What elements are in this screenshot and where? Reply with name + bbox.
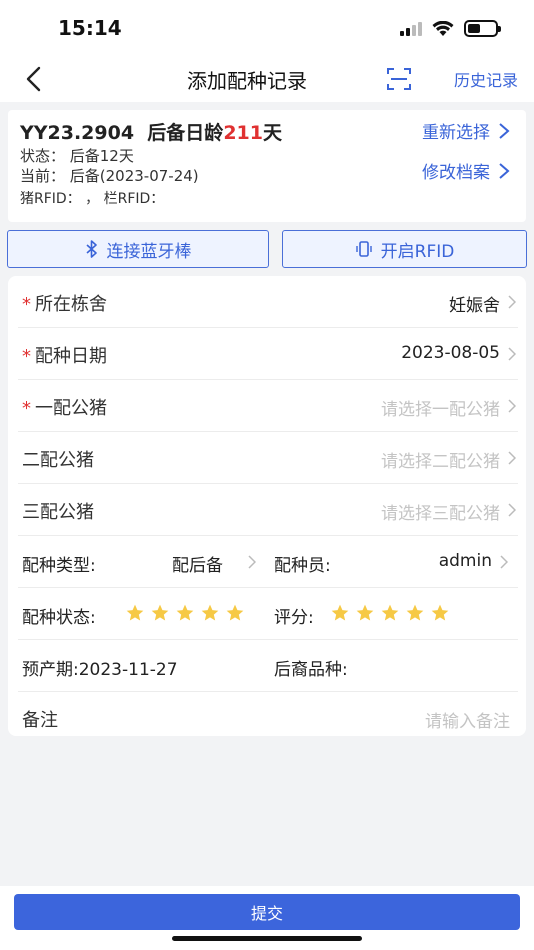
required-mark: * bbox=[22, 346, 31, 367]
rfid-icon bbox=[355, 241, 372, 257]
type-breeder-row: 配种类型: 配后备 配种员: admin bbox=[8, 536, 526, 588]
chevron-right-icon bbox=[508, 503, 516, 517]
edit-profile-button[interactable]: 修改档案 bbox=[422, 158, 510, 183]
star-icon[interactable] bbox=[380, 603, 400, 623]
boar3-label: 三配公猪 bbox=[22, 502, 94, 523]
remark-input[interactable]: 请输入备注 bbox=[425, 707, 510, 732]
chevron-right-icon bbox=[508, 451, 516, 465]
breeder-label: 配种员: bbox=[274, 556, 331, 576]
wifi-icon bbox=[432, 20, 454, 36]
chevron-right-icon bbox=[248, 555, 256, 569]
signal-icon bbox=[400, 21, 422, 36]
score-stars[interactable] bbox=[330, 603, 450, 623]
star-icon[interactable] bbox=[175, 603, 195, 623]
nav-bar: 添加配种记录 历史记录 bbox=[0, 56, 534, 102]
boar1-placeholder: 请选择一配公猪 bbox=[381, 400, 500, 420]
due-offspring-row: 预产期:2023-11-27 后裔品种: bbox=[8, 640, 526, 692]
status-icons bbox=[400, 20, 501, 37]
edit-profile-label: 修改档案 bbox=[422, 163, 490, 183]
home-indicator bbox=[172, 936, 362, 941]
breeder-value: admin bbox=[438, 551, 492, 571]
star-icon[interactable] bbox=[225, 603, 245, 623]
boar3-placeholder: 请选择三配公猪 bbox=[381, 504, 500, 524]
barn-label: 所在栋舍 bbox=[35, 294, 107, 315]
remark-label: 备注 bbox=[22, 710, 58, 731]
remark-row[interactable]: 备注 请输入备注 bbox=[8, 692, 526, 744]
pig-id: YY23.2904 bbox=[20, 122, 135, 144]
page-title: 添加配种记录 bbox=[187, 69, 307, 93]
required-mark: * bbox=[22, 398, 31, 419]
star-icon[interactable] bbox=[150, 603, 170, 623]
breed-type-select[interactable]: 配后备 bbox=[168, 536, 266, 588]
score-label: 评分: bbox=[274, 608, 314, 628]
star-icon[interactable] bbox=[125, 603, 145, 623]
star-icon[interactable] bbox=[405, 603, 425, 623]
date-label: 配种日期 bbox=[35, 346, 107, 367]
status-score-row: 配种状态: 评分: bbox=[8, 588, 526, 640]
age-prefix: 后备日龄 bbox=[147, 122, 224, 144]
breed-status-stars[interactable] bbox=[125, 603, 245, 623]
reselect-label: 重新选择 bbox=[422, 123, 490, 143]
chevron-right-icon bbox=[508, 347, 516, 361]
history-link[interactable]: 历史记录 bbox=[454, 67, 518, 91]
rfid-line: 猪RFID： ， 栏RFID： bbox=[20, 191, 165, 207]
boar1-row[interactable]: * 一配公猪 请选择一配公猪 bbox=[8, 380, 526, 432]
star-icon[interactable] bbox=[200, 603, 220, 623]
battery-icon bbox=[464, 20, 501, 37]
pig-id-line: YY23.2904 后备日龄211天 bbox=[20, 118, 282, 145]
date-value: 2023-08-05 bbox=[401, 343, 500, 363]
boar2-label: 二配公猪 bbox=[22, 450, 94, 471]
barn-row[interactable]: * 所在栋舍 妊娠舍 bbox=[8, 276, 526, 328]
breed-type-value: 配后备 bbox=[172, 556, 223, 576]
submit-button[interactable]: 提交 bbox=[14, 894, 520, 930]
boar2-placeholder: 请选择二配公猪 bbox=[381, 452, 500, 472]
due-date-label: 预产期: bbox=[22, 660, 79, 680]
breed-status-label: 配种状态: bbox=[22, 608, 96, 628]
chevron-right-icon bbox=[499, 122, 510, 139]
required-mark: * bbox=[22, 294, 31, 315]
scan-icon[interactable] bbox=[386, 66, 412, 92]
boar1-label: 一配公猪 bbox=[35, 398, 107, 419]
open-rfid-label: 开启RFID bbox=[380, 241, 455, 262]
pig-info-card: YY23.2904 后备日龄211天 状态： 后备12天 当前： 后备(2023… bbox=[8, 110, 526, 222]
date-row[interactable]: * 配种日期 2023-08-05 bbox=[8, 328, 526, 380]
reselect-button[interactable]: 重新选择 bbox=[422, 118, 510, 143]
offspring-breed-label: 后裔品种: bbox=[274, 660, 348, 680]
status-line: 状态： 后备12天 bbox=[20, 147, 134, 165]
status-bar: 15:14 bbox=[0, 0, 534, 56]
open-rfid-button[interactable]: 开启RFID bbox=[282, 230, 527, 268]
due-date-value: 2023-11-27 bbox=[78, 660, 178, 680]
bluetooth-icon bbox=[85, 240, 97, 258]
barn-value: 妊娠舍 bbox=[449, 296, 500, 316]
age-suffix: 天 bbox=[262, 122, 282, 144]
star-icon[interactable] bbox=[355, 603, 375, 623]
star-icon[interactable] bbox=[430, 603, 450, 623]
boar2-row[interactable]: 二配公猪 请选择二配公猪 bbox=[8, 432, 526, 484]
star-icon[interactable] bbox=[330, 603, 350, 623]
breed-type-label: 配种类型: bbox=[22, 556, 96, 576]
connect-bluetooth-button[interactable]: 连接蓝牙棒 bbox=[7, 230, 269, 268]
connect-bluetooth-label: 连接蓝牙棒 bbox=[106, 241, 192, 262]
chevron-right-icon bbox=[500, 555, 508, 569]
chevron-right-icon bbox=[499, 162, 510, 179]
boar3-row[interactable]: 三配公猪 请选择三配公猪 bbox=[8, 484, 526, 536]
age-days: 211 bbox=[223, 122, 263, 144]
chevron-right-icon bbox=[508, 295, 516, 309]
breeding-form: * 所在栋舍 妊娠舍 * 配种日期 2023-08-05 * 一配公猪 请选择一配公猪… bbox=[8, 276, 526, 736]
status-time: 15:14 bbox=[58, 16, 122, 40]
current-line: 当前： 后备(2023-07-24) bbox=[20, 167, 199, 185]
chevron-right-icon bbox=[508, 399, 516, 413]
breeder-select[interactable]: admin bbox=[408, 536, 526, 588]
